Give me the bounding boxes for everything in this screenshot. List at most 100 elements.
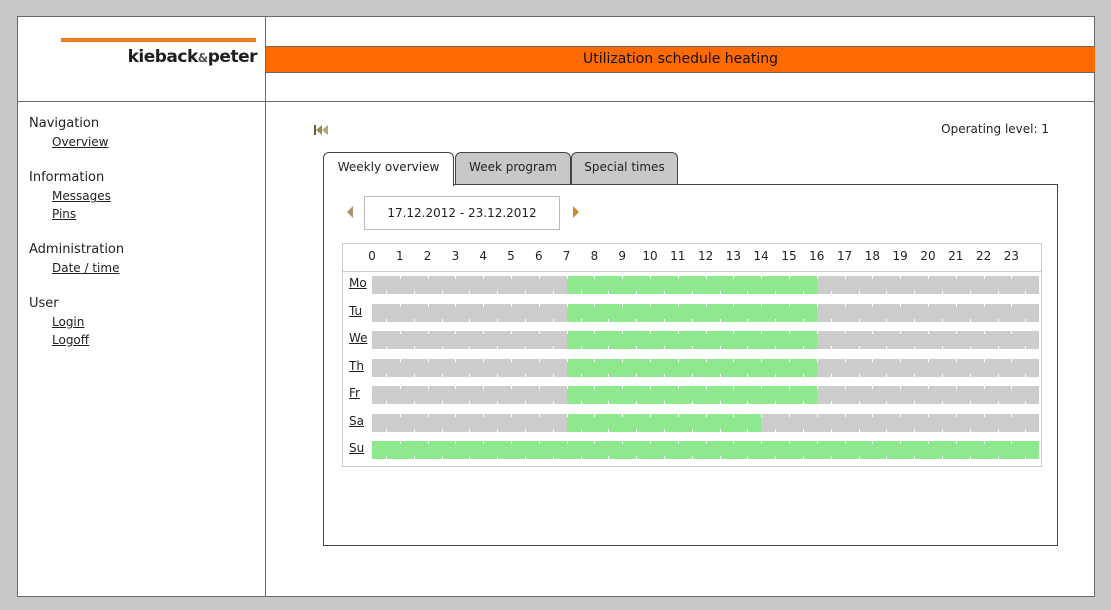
grid-tick <box>691 373 693 377</box>
hour-label: 4 <box>479 249 487 263</box>
grid-tick <box>775 401 777 404</box>
grid-tick <box>580 318 582 322</box>
nav-link-overview[interactable]: Overview <box>52 133 239 151</box>
day-label[interactable]: Sa <box>349 414 364 428</box>
grid-tick <box>677 358 679 362</box>
grid-tick <box>914 373 916 377</box>
nav-link-login[interactable]: Login <box>52 313 239 331</box>
first-page-icon[interactable] <box>313 123 329 137</box>
grid-tick <box>441 456 443 459</box>
grid-tick <box>775 291 777 294</box>
grid-tick <box>677 413 679 417</box>
grid-tick <box>802 456 804 459</box>
grid-tick <box>552 373 554 377</box>
hour-label: 11 <box>670 249 686 263</box>
grid-tick <box>538 358 540 362</box>
grid-tick <box>385 428 387 432</box>
logo-accent-line <box>61 38 256 42</box>
grid-tick <box>677 303 679 307</box>
grid-tick <box>441 428 443 432</box>
grid-tick <box>636 428 638 432</box>
grid-tick <box>497 401 499 404</box>
grid-tick <box>427 276 429 279</box>
grid-tick <box>830 373 832 377</box>
day-label[interactable]: Su <box>349 441 364 455</box>
tab-special-times[interactable]: Special times <box>571 152 678 184</box>
hour-label: 0 <box>368 249 376 263</box>
grid-tick <box>566 441 568 444</box>
grid-tick <box>622 331 624 334</box>
grid-tick <box>427 303 429 307</box>
grid-tick <box>566 303 568 307</box>
next-week-icon[interactable] <box>571 205 581 219</box>
schedule-row-mo: Mo <box>343 275 1041 295</box>
hour-label: 10 <box>642 249 658 263</box>
day-label[interactable]: Th <box>349 359 364 373</box>
grid-tick <box>650 413 651 417</box>
hour-label: 17 <box>836 249 853 263</box>
grid-tick <box>705 276 707 279</box>
grid-tick <box>941 373 943 377</box>
grid-tick <box>914 456 916 459</box>
grid-tick <box>1025 291 1027 294</box>
grid-tick <box>580 373 582 377</box>
tab-weekly-overview[interactable]: Weekly overview <box>323 152 454 186</box>
grid-tick <box>816 303 818 307</box>
grid-tick <box>663 401 665 404</box>
grid-tick <box>691 456 693 459</box>
day-label[interactable]: Tu <box>349 304 362 318</box>
grid-tick <box>955 331 957 334</box>
grid-tick <box>427 386 429 389</box>
grid-tick <box>594 303 596 307</box>
grid-tick <box>816 358 818 362</box>
grid-tick <box>789 413 790 417</box>
grid-tick <box>941 291 943 294</box>
schedule-row-sa: Sa <box>343 413 1041 433</box>
grid-tick <box>928 331 929 334</box>
grid-tick <box>969 373 971 377</box>
grid-tick <box>733 441 735 444</box>
grid-tick <box>886 346 888 349</box>
grid-tick <box>830 346 832 349</box>
grid-tick <box>399 358 401 362</box>
nav-link-messages[interactable]: Messages <box>52 187 239 205</box>
grid-tick <box>955 413 957 417</box>
grid-tick <box>511 441 512 444</box>
grid-tick <box>761 331 763 334</box>
day-label[interactable]: We <box>349 331 368 345</box>
grid-tick <box>511 386 512 389</box>
tab-week-program[interactable]: Week program <box>455 152 571 184</box>
grid-tick <box>663 318 665 322</box>
grid-tick <box>914 428 916 432</box>
grid-tick <box>538 441 540 444</box>
grid-tick <box>928 441 929 444</box>
previous-week-icon[interactable] <box>345 205 355 219</box>
grid-tick <box>524 456 526 459</box>
grid-tick <box>399 303 401 307</box>
nav-link-pins[interactable]: Pins <box>52 205 239 223</box>
day-label[interactable]: Fr <box>349 386 360 400</box>
grid-tick <box>872 276 874 279</box>
grid-tick <box>413 456 415 459</box>
grid-tick <box>1011 386 1013 389</box>
hour-label: 5 <box>507 249 515 263</box>
grid-tick <box>580 346 582 349</box>
grid-tick <box>413 291 415 294</box>
nav-link-date-time[interactable]: Date / time <box>52 259 239 277</box>
grid-tick <box>691 291 693 294</box>
grid-tick <box>608 346 610 349</box>
grid-tick <box>663 428 665 432</box>
grid-tick <box>677 331 679 334</box>
logo: kieback&peter <box>127 47 258 67</box>
hour-label: 12 <box>697 249 714 263</box>
grid-tick <box>650 303 651 307</box>
nav-link-logoff[interactable]: Logoff <box>52 331 239 349</box>
grid-tick <box>719 428 721 432</box>
grid-tick <box>928 413 929 417</box>
grid-tick <box>469 373 471 377</box>
day-label[interactable]: Mo <box>349 276 367 290</box>
grid-tick <box>969 401 971 404</box>
grid-tick <box>1011 276 1013 279</box>
grid-tick <box>594 276 596 279</box>
grid-tick <box>580 401 582 404</box>
